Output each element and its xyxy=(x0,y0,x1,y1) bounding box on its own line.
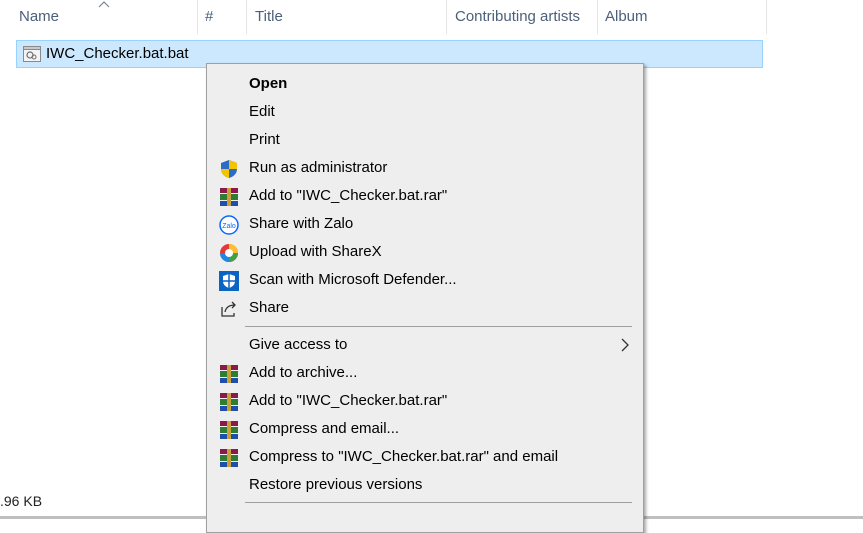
menu-item-add-to-archive[interactable]: Add to archive... xyxy=(207,359,643,387)
column-header: Name # Title Contributing artists Album xyxy=(0,0,863,34)
share-icon xyxy=(221,301,236,317)
file-name: IWC_Checker.bat.bat xyxy=(46,45,189,62)
menu-item-compress-to-rar-email[interactable]: Compress to "IWC_Checker.bat.rar" and em… xyxy=(207,443,643,471)
status-size: .96 KB xyxy=(0,493,43,509)
menu-separator xyxy=(245,502,632,503)
winrar-icon xyxy=(220,365,238,383)
menu-item-label: Upload with ShareX xyxy=(249,243,382,260)
menu-item-label: Run as administrator xyxy=(249,159,388,176)
column-divider[interactable] xyxy=(446,0,447,34)
context-menu: Open Edit Print Run as administrator Add… xyxy=(206,63,644,533)
menu-item-add-to-rar-2[interactable]: Add to "IWC_Checker.bat.rar" xyxy=(207,387,643,415)
column-number[interactable]: # xyxy=(205,0,245,34)
winrar-icon xyxy=(220,188,238,206)
menu-item-share-zalo[interactable]: Zalo Share with Zalo xyxy=(207,210,643,238)
menu-item-label: Add to archive... xyxy=(249,364,358,381)
sort-ascending-icon xyxy=(98,1,110,8)
column-divider[interactable] xyxy=(197,0,198,34)
winrar-icon xyxy=(220,393,238,411)
svg-text:Zalo: Zalo xyxy=(222,223,236,230)
menu-item-label: Compress and email... xyxy=(249,420,400,437)
sharex-icon xyxy=(220,244,238,262)
menu-item-give-access[interactable]: Give access to xyxy=(207,331,643,359)
winrar-icon xyxy=(220,421,238,439)
zalo-icon: Zalo xyxy=(219,215,239,235)
menu-item-label: Give access to xyxy=(249,336,348,353)
shield-icon xyxy=(221,160,237,178)
menu-item-label: Add to "IWC_Checker.bat.rar" xyxy=(249,392,448,409)
menu-item-label: Share xyxy=(249,299,290,316)
column-divider[interactable] xyxy=(597,0,598,34)
winrar-icon xyxy=(220,449,238,467)
menu-item-upload-sharex[interactable]: Upload with ShareX xyxy=(207,238,643,266)
column-divider[interactable] xyxy=(766,0,767,34)
column-album[interactable]: Album xyxy=(605,0,765,34)
menu-item-share[interactable]: Share xyxy=(207,294,643,322)
menu-item-label: Print xyxy=(249,131,280,148)
menu-item-label: Restore previous versions xyxy=(249,476,423,493)
menu-item-run-as-admin[interactable]: Run as administrator xyxy=(207,154,643,182)
menu-item-restore-versions[interactable]: Restore previous versions xyxy=(207,471,643,499)
menu-item-label: Edit xyxy=(249,103,275,120)
menu-item-label: Open xyxy=(249,75,288,92)
menu-item-add-to-rar[interactable]: Add to "IWC_Checker.bat.rar" xyxy=(207,182,643,210)
chevron-right-icon xyxy=(621,338,629,352)
menu-item-open[interactable]: Open xyxy=(207,70,643,98)
column-title[interactable]: Title xyxy=(255,0,445,34)
menu-item-label: Add to "IWC_Checker.bat.rar" xyxy=(249,187,448,204)
column-contributing-artists[interactable]: Contributing artists xyxy=(455,0,595,34)
menu-item-scan-defender[interactable]: Scan with Microsoft Defender... xyxy=(207,266,643,294)
menu-item-label: Compress to "IWC_Checker.bat.rar" and em… xyxy=(249,448,559,465)
menu-item-label: Scan with Microsoft Defender... xyxy=(249,271,457,288)
menu-separator xyxy=(245,326,632,327)
menu-item-edit[interactable]: Edit xyxy=(207,98,643,126)
column-divider[interactable] xyxy=(246,0,247,34)
defender-icon xyxy=(219,271,239,291)
menu-item-compress-email[interactable]: Compress and email... xyxy=(207,415,643,443)
batch-file-icon xyxy=(23,46,41,62)
menu-item-print[interactable]: Print xyxy=(207,126,643,154)
menu-item-label: Share with Zalo xyxy=(249,215,354,232)
